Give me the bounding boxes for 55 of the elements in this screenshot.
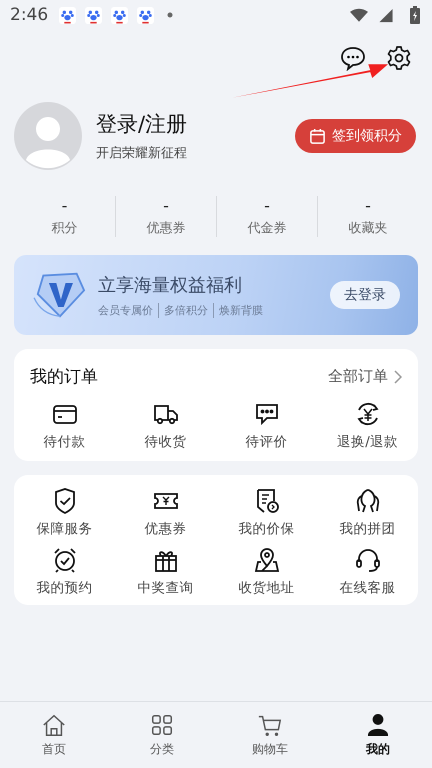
all-orders-link[interactable]: 全部订单 (328, 367, 388, 386)
stat-label[interactable]: 收藏夹 (348, 219, 388, 237)
paw-icon (85, 6, 102, 24)
tab[interactable]: 我的 (324, 712, 432, 758)
service-label[interactable]: 中奖查询 (138, 579, 194, 597)
stat-label[interactable]: 代金券 (248, 219, 286, 237)
service-label[interactable]: 我的预约 (36, 579, 92, 597)
home-icon (41, 712, 67, 738)
order-status-label[interactable]: 退换/退款 (337, 433, 398, 451)
stat-value: - (365, 196, 371, 215)
battery-icon (410, 6, 420, 24)
status-time: 2:46 (10, 5, 48, 25)
person-icon (365, 712, 391, 738)
v-badge-icon (32, 270, 88, 320)
checkin-button[interactable]: 签到领积分 (295, 119, 416, 153)
profile-subtitle: 开启荣耀新征程 (96, 145, 187, 162)
perk-text: 会员专属价 (98, 302, 154, 318)
service-label[interactable]: 我的价保 (238, 520, 294, 538)
perk-text: 焕新背膜 (213, 302, 268, 318)
membership-banner[interactable]: 立享海量权益福利 会员专属价 多倍积分 焕新背膜 去登录 (14, 255, 418, 335)
grid-icon (149, 712, 175, 738)
service-label[interactable]: 保障服务 (36, 520, 92, 538)
order-status-label[interactable]: 待收货 (144, 433, 186, 451)
calendar-icon (309, 128, 326, 144)
map-pin-icon[interactable] (252, 546, 280, 574)
chevron-right-icon[interactable] (394, 370, 402, 384)
paw-icon (111, 6, 128, 24)
tab[interactable]: 购物车 (216, 712, 324, 758)
avatar-icon (14, 102, 82, 170)
perk-text: 多倍积分 (158, 302, 213, 318)
paw-icon (137, 6, 154, 24)
service-label[interactable]: 收货地址 (238, 579, 294, 597)
stat-label[interactable]: 积分 (52, 219, 78, 237)
notification-dot-icon (167, 12, 174, 18)
headset-icon[interactable] (354, 546, 382, 574)
order-status-label[interactable]: 待评价 (246, 433, 288, 451)
wifi-icon (350, 8, 368, 22)
message-icon[interactable] (340, 45, 366, 71)
stat-value: - (62, 196, 68, 215)
tab[interactable]: 分类 (108, 712, 216, 758)
banner-title: 立享海量权益福利 (98, 274, 243, 296)
login-register-link[interactable]: 登录/注册 (96, 110, 188, 138)
tab[interactable]: 首页 (0, 712, 108, 758)
signal-icon (377, 8, 395, 22)
service-label[interactable]: 优惠券 (144, 520, 186, 538)
go-login-button[interactable]: 去登录 (330, 281, 400, 309)
stat-value: - (264, 196, 270, 215)
stat-value: - (163, 196, 169, 215)
order-status-label[interactable]: 待付款 (44, 433, 86, 451)
service-label[interactable]: 在线客服 (340, 579, 396, 597)
settings-icon[interactable] (386, 45, 412, 71)
paw-icon (59, 6, 76, 24)
service-label[interactable]: 我的拼团 (340, 520, 396, 538)
stat-label[interactable]: 优惠券 (146, 219, 186, 237)
orders-title: 我的订单 (30, 366, 99, 388)
